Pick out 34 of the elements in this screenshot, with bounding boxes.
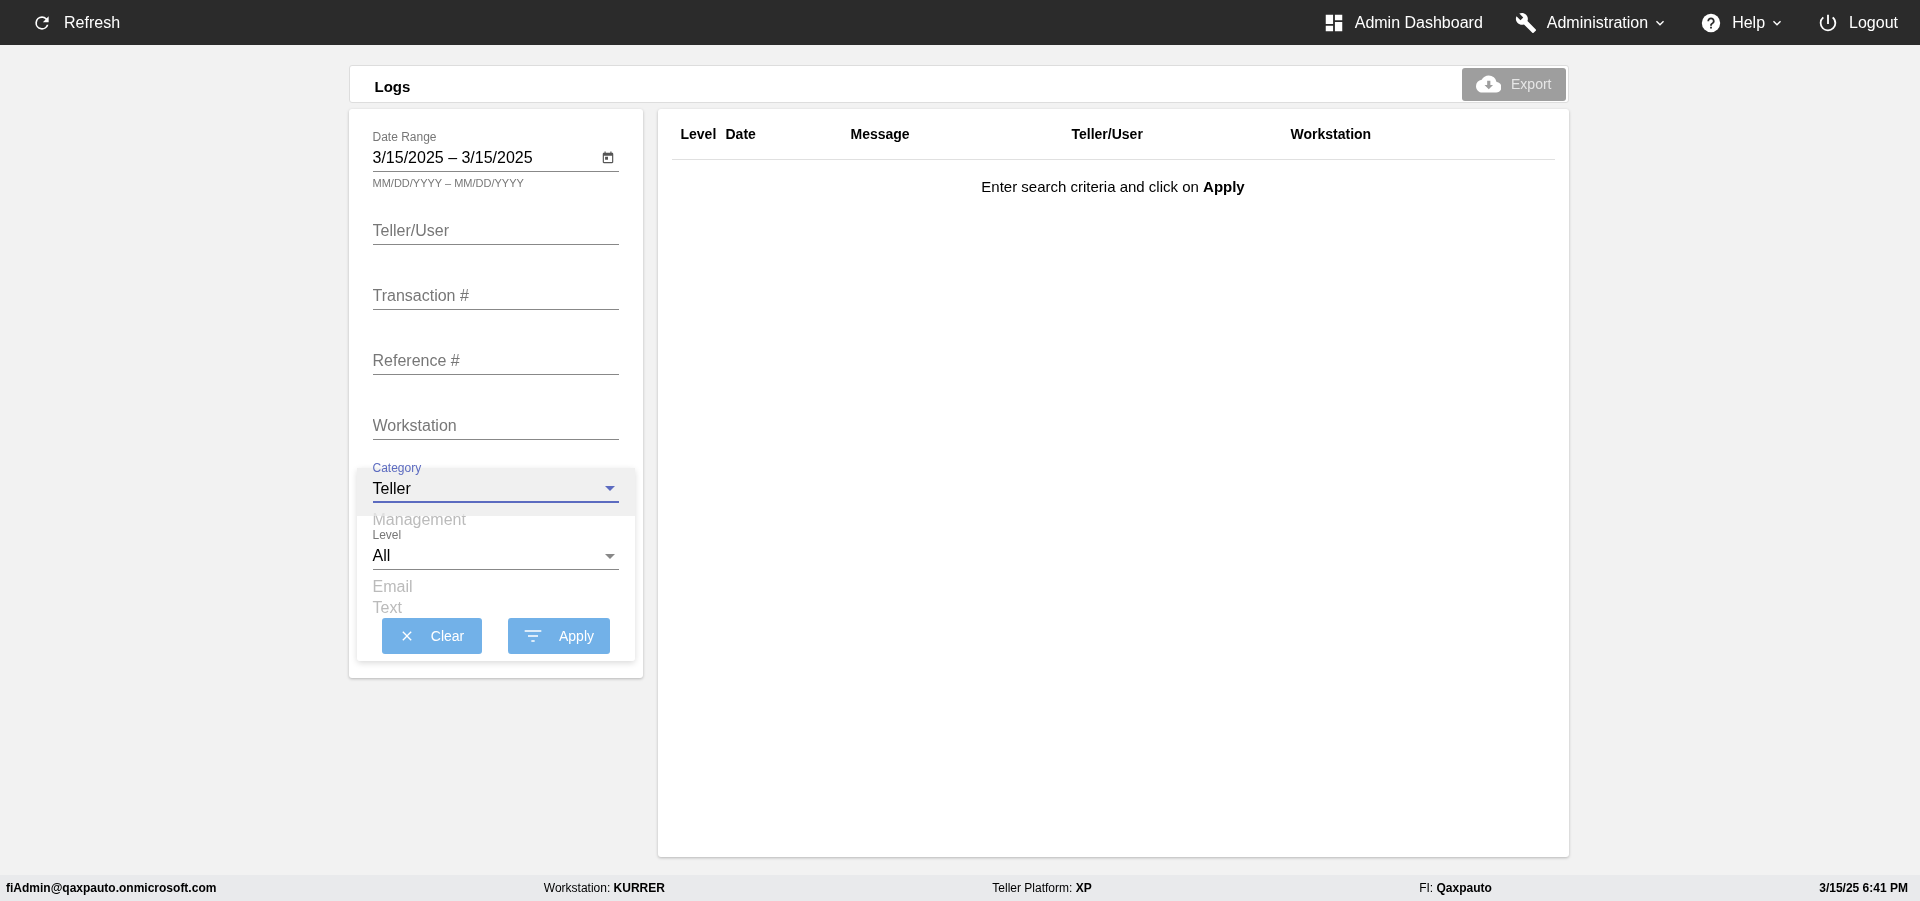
input-field[interactable]: Teller/User (372, 222, 619, 245)
status-text: 3/15/25 6:41 PM (1819, 881, 1908, 895)
nav-button[interactable]: Logout (1817, 11, 1898, 34)
column-header: Workstation (1290, 126, 1372, 142)
field-label: Date Range (372, 129, 438, 145)
input-field[interactable]: Reference # (372, 352, 619, 375)
calendar-icon (600, 151, 615, 165)
column-header: Message (850, 126, 911, 142)
nav-button[interactable]: Admin Dashboard (1322, 11, 1483, 34)
input-field[interactable]: Workstation (372, 417, 619, 440)
field-label: Category (372, 460, 423, 476)
input-field[interactable]: Transaction # (372, 287, 619, 310)
field-label: Level (372, 528, 403, 543)
status-text: FI: Qaxpauto (1419, 881, 1492, 895)
wrench-icon (1514, 11, 1537, 34)
dropdown-arrow-icon (604, 486, 615, 491)
date-range-field[interactable]: 3/15/2025 – 3/15/2025 (372, 145, 619, 172)
refresh-button[interactable]: Refresh (32, 12, 121, 33)
cloud-download-icon (1475, 74, 1502, 94)
select-field[interactable]: All (372, 543, 619, 570)
column-header: Level (680, 126, 718, 142)
filter-icon (523, 628, 543, 644)
field-hint: MM/DD/YYYY – MM/DD/YYYY (372, 177, 525, 191)
column-header: Date (725, 126, 757, 142)
help-icon (1700, 11, 1723, 34)
status-text: Teller Platform: XP (992, 881, 1092, 895)
column-header: Teller/User (1071, 126, 1144, 142)
menu-button[interactable]: Help (1700, 11, 1786, 34)
page-title: Logs (374, 77, 411, 95)
status-text: fiAdmin@qaxpauto.onmicrosoft.com (6, 881, 217, 895)
empty-message: Enter search criteria and click on Apply (980, 178, 1246, 195)
dropdown-arrow-icon (604, 553, 615, 559)
status-text: Workstation: KURRER (543, 881, 665, 895)
menu-button[interactable]: Administration (1514, 11, 1669, 34)
